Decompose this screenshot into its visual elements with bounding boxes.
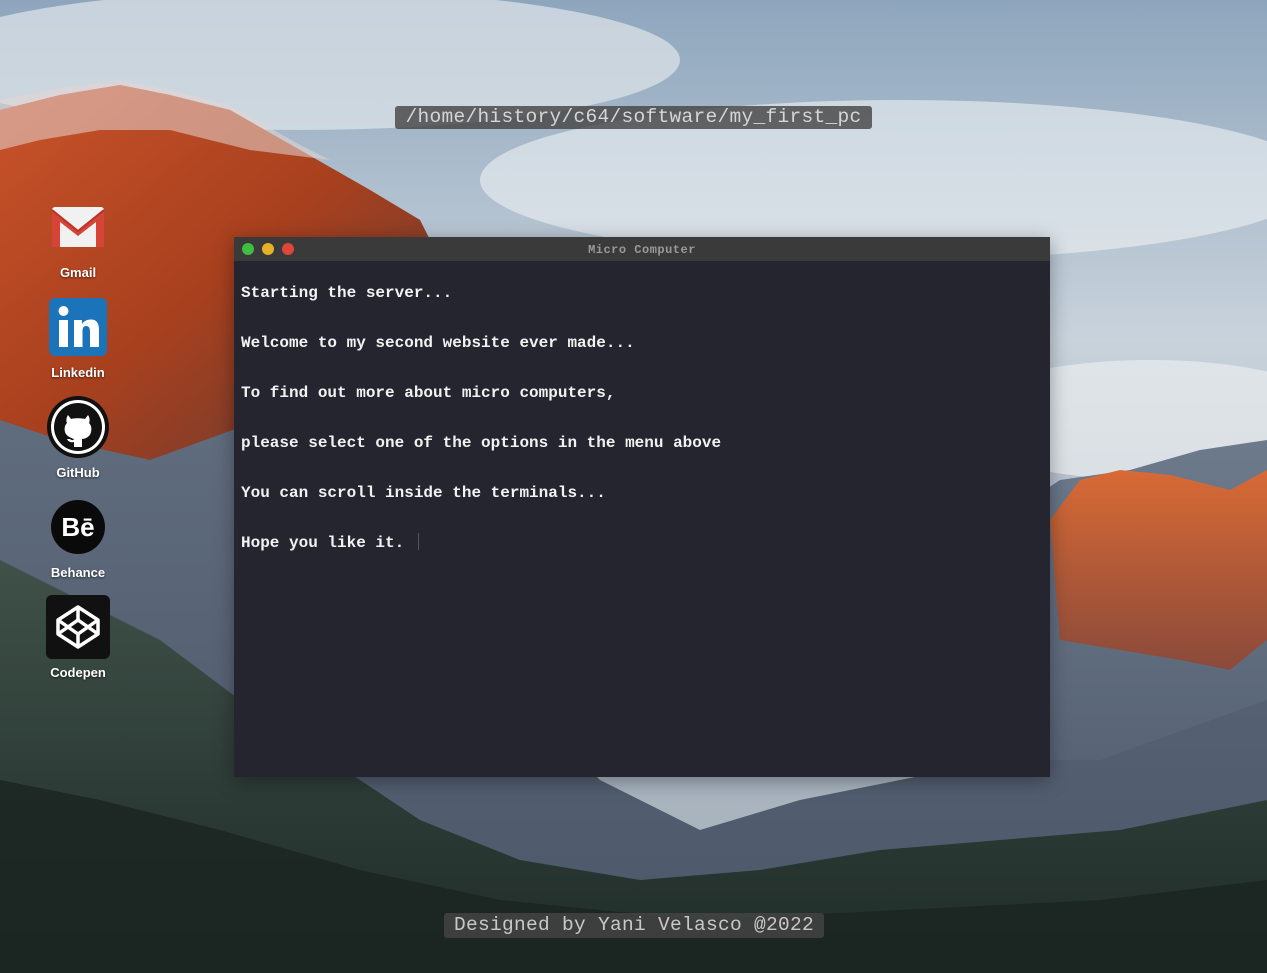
terminal-line: Hope you like it. [241,534,405,552]
github-icon [46,395,110,459]
terminal-line: Welcome to my second website ever made..… [241,334,635,352]
behance-icon: Bē [46,495,110,559]
terminal-line: To find out more about micro computers, [241,384,616,402]
terminal-line: You can scroll inside the terminals... [241,484,606,502]
terminal-line: Starting the server... [241,284,453,302]
github-shortcut[interactable]: GitHub [40,395,116,487]
gmail-label: Gmail [59,265,97,280]
behance-shortcut[interactable]: Bē Behance [40,495,116,587]
terminal-last-line: Hope you like it. [241,533,1041,583]
terminal-output[interactable]: Starting the server... Welcome to my sec… [241,283,1041,583]
maximize-button[interactable] [242,243,254,255]
github-label: GitHub [56,465,100,480]
terminal-line: please select one of the options in the … [241,434,722,452]
linkedin-label: Linkedin [51,365,105,380]
terminal-window[interactable]: Micro Computer Starting the server... We… [234,237,1050,777]
footer-credit: Designed by Yani Velasco @2022 [444,913,824,938]
linkedin-icon [46,295,110,359]
linkedin-shortcut[interactable]: Linkedin [40,295,116,387]
path-bar: /home/history/c64/software/my_first_pc [395,106,872,129]
window-titlebar[interactable]: Micro Computer [234,237,1050,261]
close-button[interactable] [282,243,294,255]
svg-text:Bē: Bē [61,512,94,542]
minimize-button[interactable] [262,243,274,255]
codepen-label: Codepen [50,665,106,680]
text-cursor [418,533,420,550]
behance-label: Behance [50,565,106,580]
gmail-icon [46,195,110,259]
gmail-shortcut[interactable]: Gmail [40,195,116,287]
codepen-shortcut[interactable]: Codepen [40,595,116,687]
window-title: Micro Computer [588,243,696,257]
codepen-icon [46,595,110,659]
